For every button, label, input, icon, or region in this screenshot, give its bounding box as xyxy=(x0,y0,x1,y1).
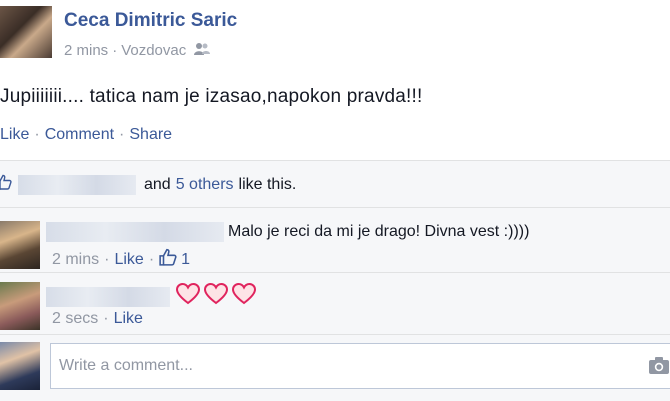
camera-icon[interactable] xyxy=(648,355,670,380)
likes-and: and xyxy=(144,175,171,193)
hearts-emoji xyxy=(175,282,260,310)
thumbs-up-icon[interactable] xyxy=(159,248,177,271)
commenter-avatar[interactable] xyxy=(0,221,40,269)
post-location[interactable]: Vozdovac xyxy=(121,42,186,59)
likes-summary: and 5 others like this. xyxy=(0,174,296,195)
author-avatar[interactable] xyxy=(0,6,52,58)
like-button[interactable]: Like xyxy=(0,126,29,143)
post-author[interactable]: Ceca Dimitric Saric xyxy=(64,10,237,32)
share-button[interactable]: Share xyxy=(129,126,172,143)
post-text: Jupiiiiiii.... tatica nam je izasao,napo… xyxy=(0,86,423,107)
likes-others-link[interactable]: 5 others xyxy=(176,176,234,194)
comment-time[interactable]: 2 mins xyxy=(52,251,99,269)
heart-icon xyxy=(203,282,229,310)
thumbs-up-icon xyxy=(0,174,12,195)
comment xyxy=(46,282,260,310)
friends-icon[interactable] xyxy=(194,42,211,60)
post-actions: Like · Comment · Share xyxy=(0,126,173,143)
comment-button[interactable]: Comment xyxy=(45,126,114,143)
liker-name-redacted[interactable] xyxy=(18,174,136,195)
post-meta: 2 mins · Vozdovac xyxy=(64,42,211,60)
comment-like-button[interactable]: Like xyxy=(114,251,143,269)
comment: Malo je reci da mi je drago! Divna vest … xyxy=(46,222,529,242)
heart-icon xyxy=(231,282,257,310)
commenter-name-redacted[interactable] xyxy=(46,222,224,242)
comment-input[interactable] xyxy=(51,344,619,388)
comment-like-count[interactable]: 1 xyxy=(181,251,190,269)
comment-time[interactable]: 2 secs xyxy=(52,310,98,327)
commenter-avatar[interactable] xyxy=(0,282,40,330)
comment-like-button[interactable]: Like xyxy=(114,310,143,327)
heart-icon xyxy=(175,282,201,310)
divider xyxy=(0,272,670,273)
comment-meta: 2 secs · Like xyxy=(52,310,143,327)
post-time[interactable]: 2 mins xyxy=(64,42,108,59)
divider xyxy=(0,334,670,335)
divider xyxy=(0,207,670,208)
commenter-name-redacted[interactable] xyxy=(46,286,170,307)
likes-suffix: like this. xyxy=(238,175,297,193)
comment-text: Malo je reci da mi je drago! Divna vest … xyxy=(228,223,530,240)
comment-meta: 2 mins · Like · 1 xyxy=(52,248,190,271)
my-avatar xyxy=(0,342,40,390)
comment-composer[interactable] xyxy=(50,343,670,389)
